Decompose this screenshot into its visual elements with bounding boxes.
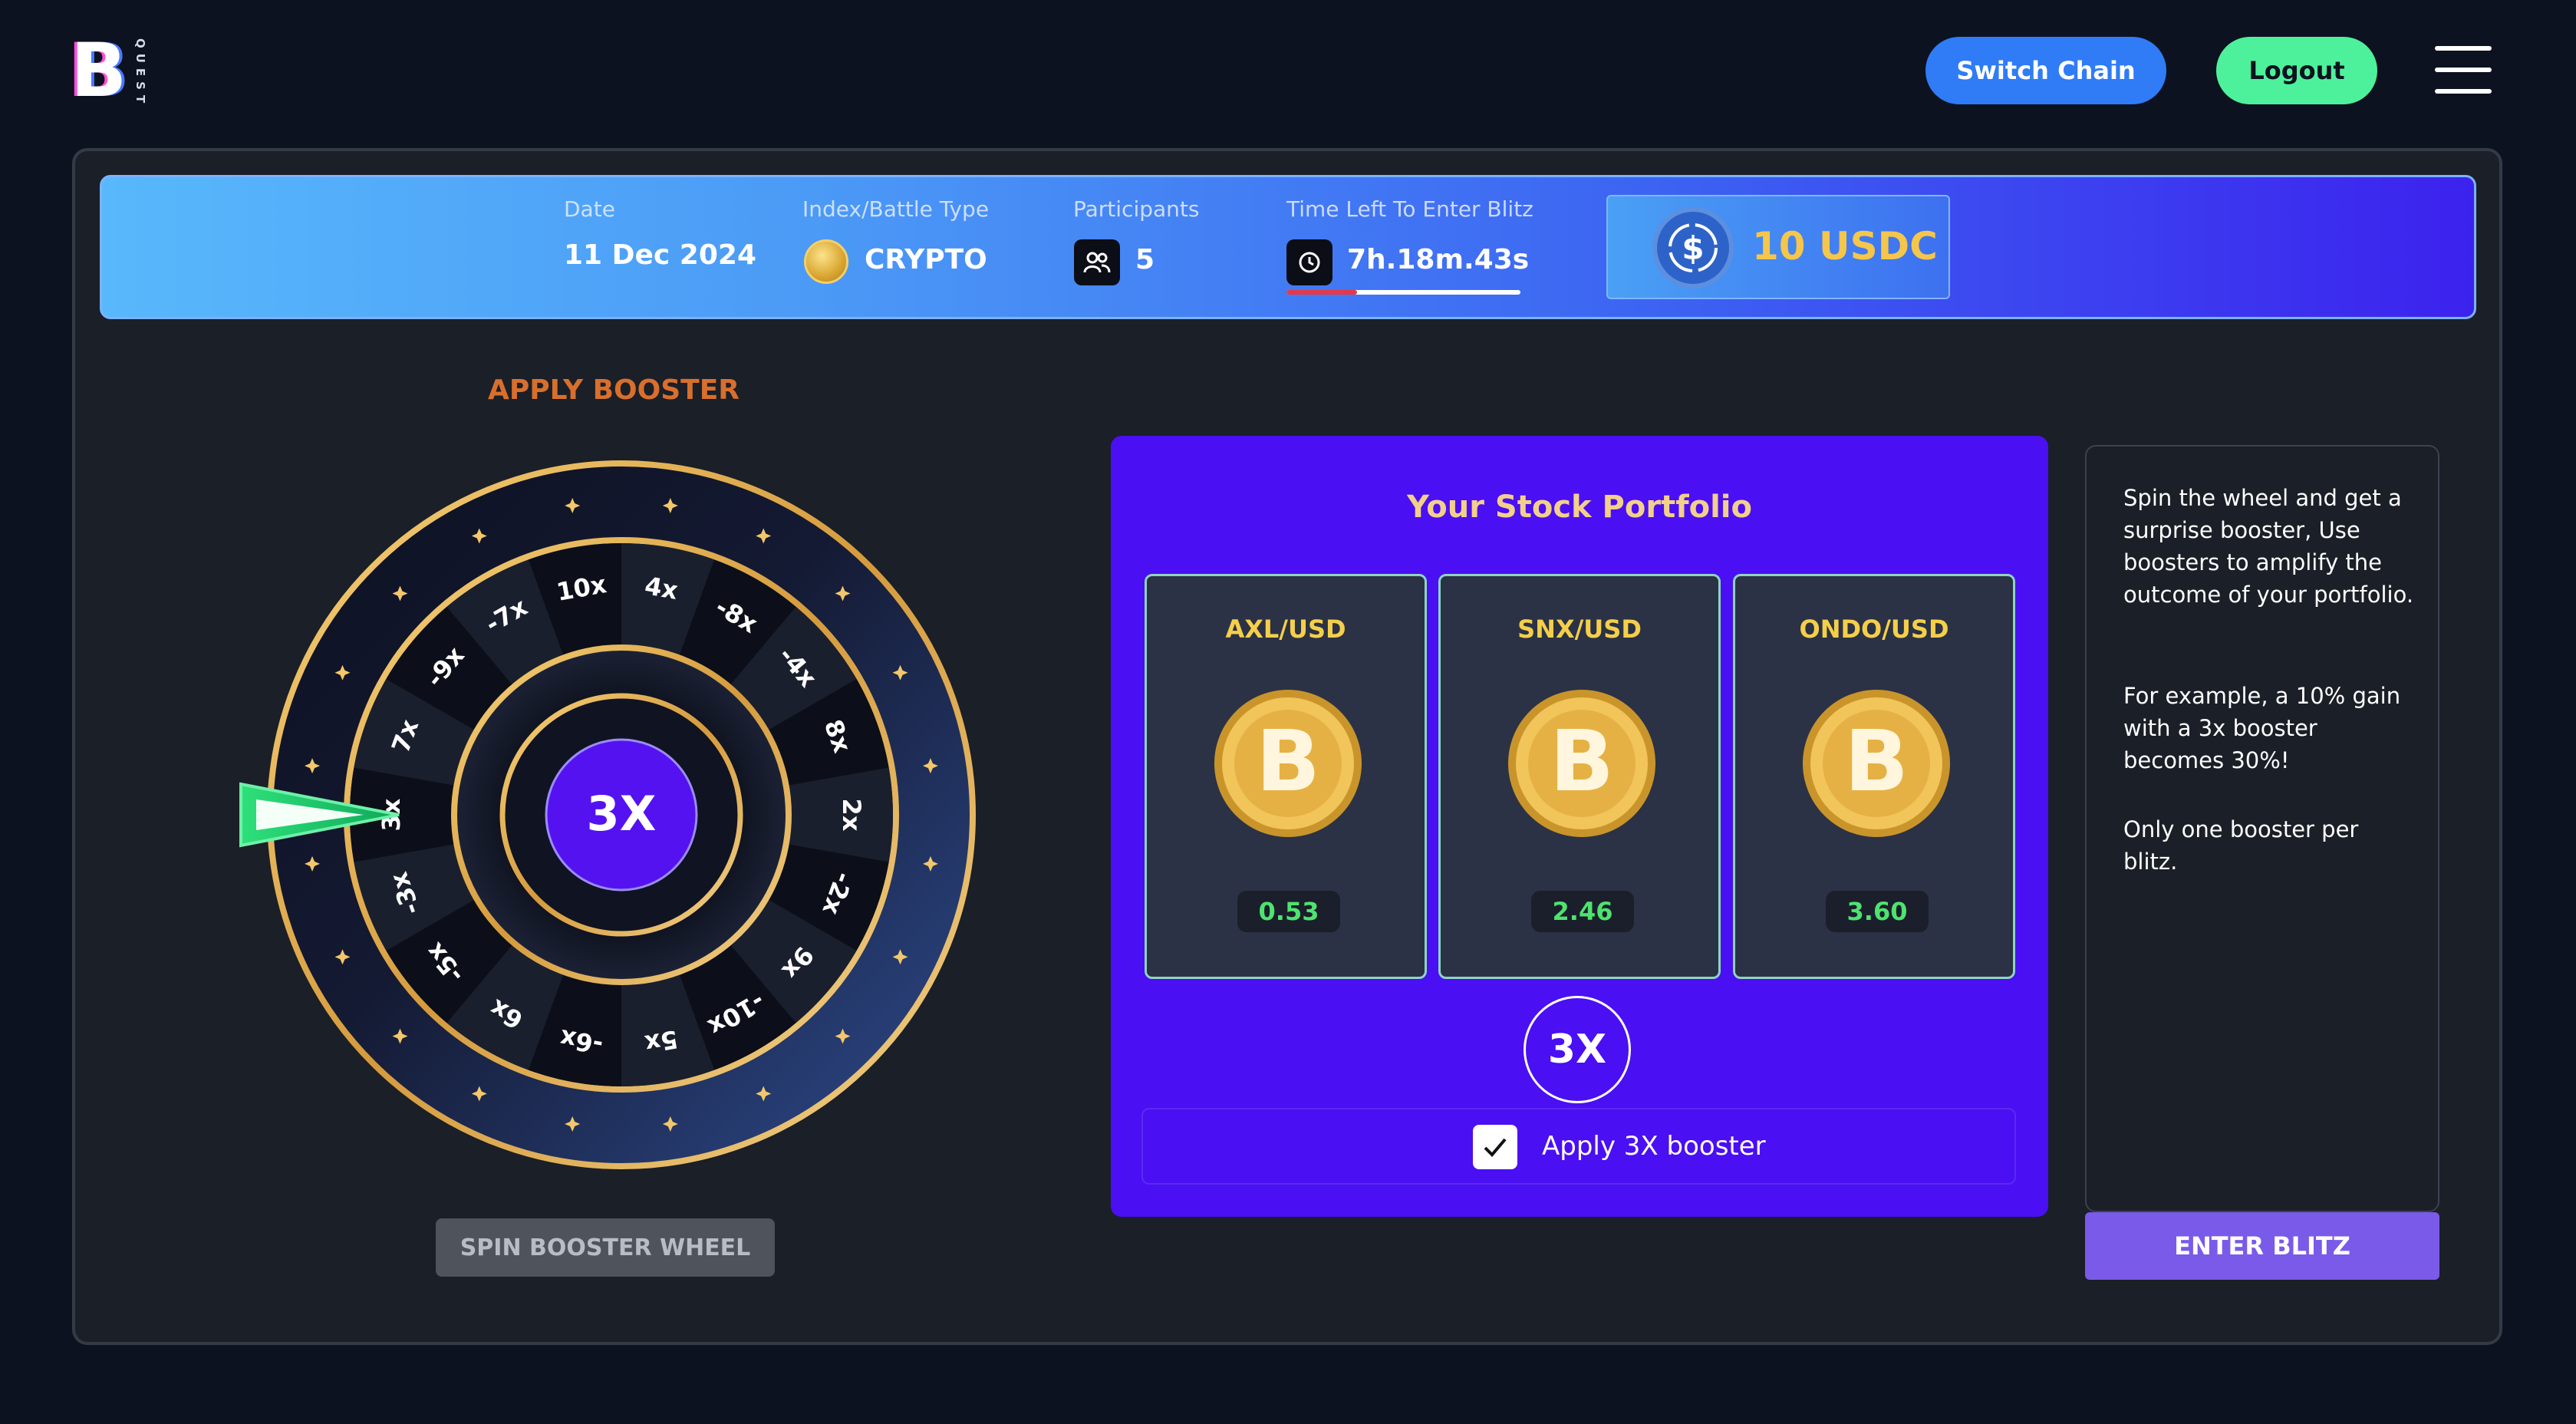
wheel-center-value: 3X xyxy=(587,786,657,842)
stock-symbol: ONDO/USD xyxy=(1799,615,1949,644)
enter-blitz-button[interactable]: ENTER BLITZ xyxy=(2085,1212,2439,1280)
apply-booster-checkbox[interactable] xyxy=(1473,1125,1517,1169)
participants-label: Participants xyxy=(1073,196,1200,222)
prize-value: 10 USDC xyxy=(1752,224,1938,269)
stock-symbol: SNX/USD xyxy=(1517,615,1642,644)
battle-type-value: CRYPTO xyxy=(865,244,987,275)
logo-subtext: QUEST xyxy=(133,38,147,109)
stock-card[interactable]: ONDO/USD B 3.60 xyxy=(1733,574,2015,979)
stock-card[interactable]: SNX/USD B 2.46 xyxy=(1438,574,1721,979)
stock-value: 0.53 xyxy=(1237,891,1340,932)
stock-portfolio-panel: Your Stock Portfolio AXL/USD B 0.53 SNX/… xyxy=(1111,436,2048,1217)
booster-wheel[interactable]: 3x7x-9x-7x10x4x-8x-4x8x2x-2x9x-10x5x-6x6… xyxy=(230,453,997,1182)
applied-booster-badge: 3X xyxy=(1524,996,1631,1103)
svg-text:B: B xyxy=(1256,712,1320,810)
booster-description: Spin the wheel and get a surprise booste… xyxy=(2085,445,2439,1212)
participants-value: 5 xyxy=(1135,244,1155,275)
date-label: Date xyxy=(564,196,615,222)
apply-booster-row[interactable]: Apply 3X booster xyxy=(1141,1108,2016,1185)
svg-text:$: $ xyxy=(1682,229,1704,267)
bitcoin-icon: B xyxy=(1508,690,1655,837)
apply-booster-title: APPLY BOOSTER xyxy=(488,374,740,406)
description-paragraph: Spin the wheel and get a surprise booste… xyxy=(2123,485,2414,608)
description-paragraph: For example, a 10% gain with a 3x booste… xyxy=(2123,683,2401,773)
svg-text:B: B xyxy=(1844,712,1909,810)
logo-letter: B xyxy=(71,28,127,114)
app-logo[interactable]: B QUEST xyxy=(71,28,155,114)
time-progress-bar xyxy=(1286,290,1520,295)
hamburger-menu-icon[interactable] xyxy=(2435,44,2492,95)
wheel-segment-label: 4x xyxy=(643,571,680,605)
stock-value: 2.46 xyxy=(1531,891,1634,932)
bitcoin-icon: B xyxy=(1803,690,1950,837)
wheel-segment-label: 5x xyxy=(642,1024,680,1059)
clock-icon xyxy=(1286,239,1332,285)
svg-text:B: B xyxy=(1550,712,1614,810)
stock-value: 3.60 xyxy=(1826,891,1929,932)
bitcoin-icon: B xyxy=(1214,690,1362,837)
logout-button[interactable]: Logout xyxy=(2216,37,2377,104)
time-progress-fill xyxy=(1286,290,1357,295)
stock-symbol: AXL/USD xyxy=(1225,615,1346,644)
checkmark-icon xyxy=(1484,1138,1507,1157)
battle-type-label: Index/Battle Type xyxy=(802,196,990,222)
wheel-segment-label: 2x xyxy=(837,799,866,832)
time-left-value: 7h.18m.43s xyxy=(1347,244,1530,275)
switch-chain-button[interactable]: Switch Chain xyxy=(1925,37,2166,104)
portfolio-title: Your Stock Portfolio xyxy=(1407,490,1752,525)
stock-card[interactable]: AXL/USD B 0.53 xyxy=(1145,574,1427,979)
apply-booster-label: Apply 3X booster xyxy=(1542,1131,1766,1162)
participants-icon xyxy=(1074,239,1120,285)
prize-box: $ 10 USDC xyxy=(1606,195,1950,299)
time-left-label: Time Left To Enter Blitz xyxy=(1286,196,1533,222)
description-paragraph: Only one booster per blitz. xyxy=(2123,816,2359,875)
crypto-coin-icon xyxy=(804,239,848,284)
date-value: 11 Dec 2024 xyxy=(564,239,756,271)
usdc-dollar-icon: $ xyxy=(1652,207,1734,288)
spin-booster-wheel-button[interactable]: SPIN BOOSTER WHEEL xyxy=(436,1218,775,1277)
